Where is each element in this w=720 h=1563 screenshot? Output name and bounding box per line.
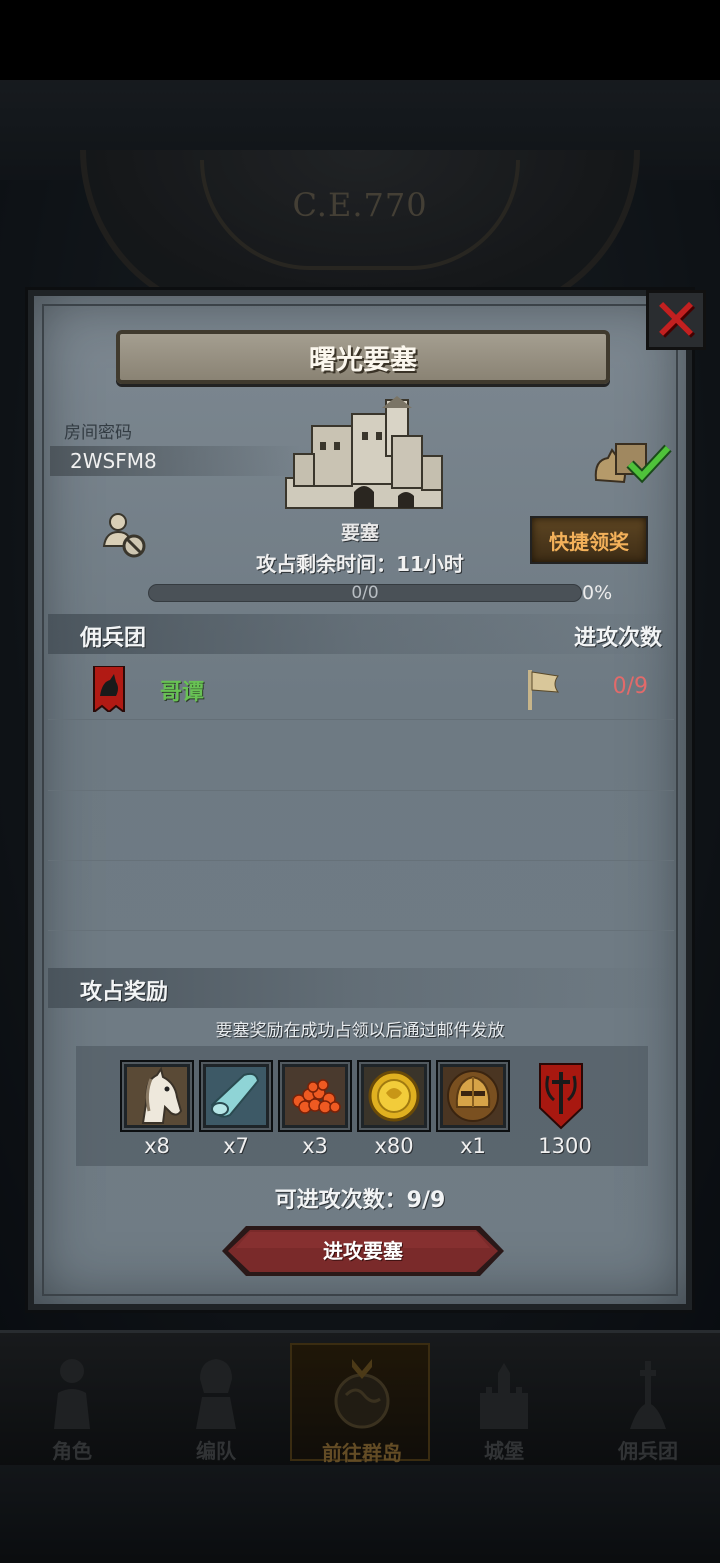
- progress-text: 0/0: [351, 583, 379, 603]
- reward-qty: x1: [460, 1134, 486, 1158]
- reward-slot: [436, 1060, 510, 1132]
- reward-qty: x3: [302, 1134, 328, 1158]
- knight-helmet-icon: [443, 1067, 503, 1125]
- fortress-icon: [285, 396, 443, 509]
- room-code: 2WSFM8: [50, 446, 300, 476]
- progress-percent: 0%: [582, 582, 613, 604]
- mercenary-header-label: 佣兵团: [80, 626, 147, 651]
- reward-qty: x7: [223, 1134, 249, 1158]
- reward-item[interactable]: x8: [120, 1060, 194, 1162]
- reward-note: 要塞奖励在成功占领以后通过邮件发放: [215, 1021, 505, 1041]
- reward-item[interactable]: x1: [436, 1060, 510, 1162]
- flag-icon: [528, 670, 560, 710]
- reward-header-label: 攻占奖励: [80, 980, 169, 1005]
- reward-slot: [278, 1060, 352, 1132]
- empty-row-divider: [48, 930, 674, 931]
- reward-panel: x8 x7 x3 x80 x1 1300: [76, 1046, 648, 1166]
- attack-count-header-label: 进攻次数: [573, 626, 662, 651]
- reward-item[interactable]: x3: [278, 1060, 352, 1162]
- berries-icon: [285, 1067, 345, 1125]
- mercenary-attack-count: 0/9: [612, 674, 648, 699]
- mercenary-name: 哥谭: [160, 680, 205, 705]
- room-password-label: 房间密码: [64, 423, 132, 443]
- close-icon: ✕: [651, 286, 701, 354]
- reward-qty: x8: [144, 1134, 170, 1158]
- reward-item[interactable]: 1300: [520, 1060, 610, 1162]
- empty-row-divider: [48, 790, 674, 791]
- empty-row-divider: [48, 860, 674, 861]
- reward-item[interactable]: x80: [357, 1060, 431, 1162]
- reward-qty: 1300: [538, 1134, 592, 1158]
- reward-item[interactable]: x7: [199, 1060, 273, 1162]
- attack-button-label: 进攻要塞: [323, 1239, 403, 1263]
- wolf-banner-icon: [93, 666, 125, 712]
- reward-slot: [357, 1060, 431, 1132]
- game-screen: C.E.770 角色 编队 前往群岛 城堡 佣兵团 ✕ 曙光要塞 房间密码 2W…: [0, 0, 720, 1563]
- reward-slot: [199, 1060, 273, 1132]
- horse-icon: [127, 1067, 187, 1125]
- fortress-dialog: ✕ 曙光要塞 房间密码 2WSFM8 要塞 快捷领奖 攻占剩余时间：11小时 0…: [25, 287, 706, 1313]
- mercenary-row[interactable]: 哥谭 0/9: [48, 660, 674, 720]
- loot-bags-icon[interactable]: [590, 436, 674, 488]
- reward-slot: [120, 1060, 194, 1132]
- mercenary-header: 佣兵团 进攻次数: [48, 614, 674, 654]
- cloth-icon: [206, 1067, 266, 1125]
- close-button[interactable]: ✕: [646, 290, 706, 350]
- reward-qty: x80: [374, 1134, 414, 1158]
- dialog-title: 曙光要塞: [309, 344, 417, 376]
- reward-header: 攻占奖励: [48, 968, 674, 1008]
- capture-progress-bar: 0/0: [148, 583, 582, 603]
- banner-emblem-icon: [539, 1063, 583, 1130]
- time-remaining: 攻占剩余时间：11小时: [256, 552, 464, 576]
- title-plate: 曙光要塞: [116, 330, 610, 384]
- attempts-remaining: 可进攻次数：9/9: [274, 1188, 446, 1213]
- attack-fortress-button[interactable]: 进攻要塞: [220, 1224, 506, 1278]
- gold-coin-icon: [364, 1067, 424, 1125]
